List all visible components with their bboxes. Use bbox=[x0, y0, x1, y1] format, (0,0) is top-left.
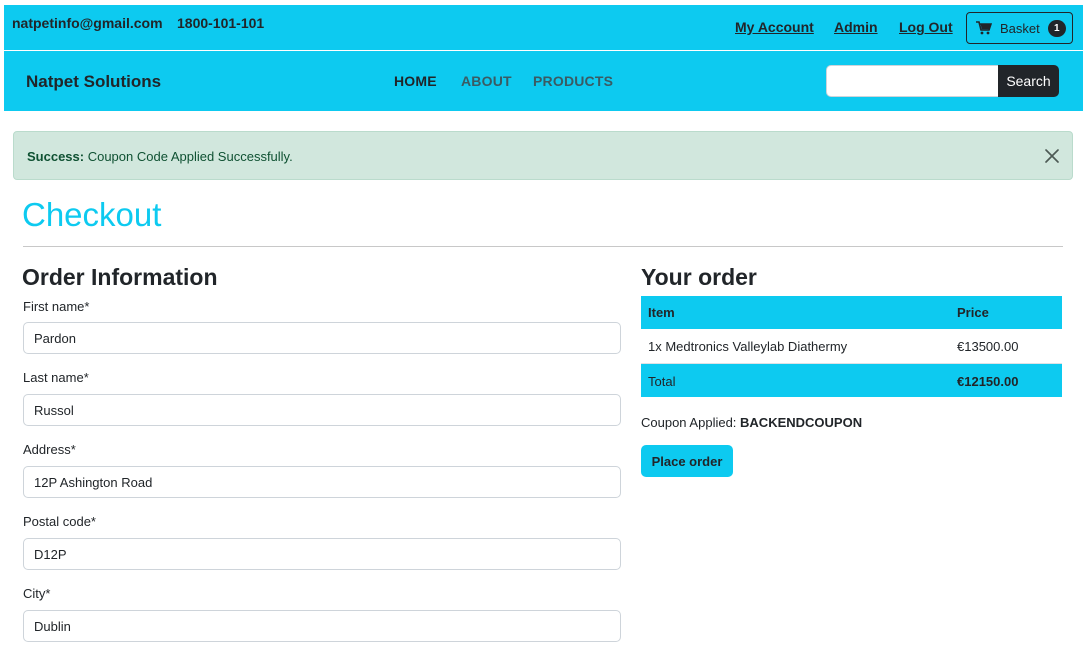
basket-label: Basket bbox=[1000, 20, 1040, 36]
brand-logo-text[interactable]: Natpet Solutions bbox=[26, 72, 161, 92]
search-button[interactable]: Search bbox=[998, 65, 1059, 97]
order-item-price: €13500.00 bbox=[957, 339, 1019, 354]
nav-home[interactable]: HOME bbox=[394, 73, 437, 89]
city-field[interactable] bbox=[23, 610, 621, 642]
city-label: City* bbox=[23, 586, 51, 601]
alert-text: Success: Coupon Code Applied Successfull… bbox=[27, 149, 293, 164]
coupon-label: Coupon Applied: bbox=[641, 415, 741, 430]
order-table-header: Item Price bbox=[641, 296, 1062, 329]
nav-about[interactable]: ABOUT bbox=[461, 73, 512, 89]
coupon-applied: Coupon Applied: BACKENDCOUPON bbox=[641, 415, 862, 430]
success-alert: Success: Coupon Code Applied Successfull… bbox=[13, 131, 1073, 180]
alert-strong: Success: bbox=[27, 149, 85, 164]
basket-button[interactable]: Basket 1 bbox=[966, 12, 1073, 44]
last-name-field[interactable] bbox=[23, 394, 621, 426]
total-value: €12150.00 bbox=[957, 374, 1019, 389]
page-title: Checkout bbox=[22, 196, 162, 233]
postal-code-field[interactable] bbox=[23, 538, 621, 570]
close-icon[interactable] bbox=[1044, 148, 1060, 164]
admin-link[interactable]: Admin bbox=[834, 19, 878, 35]
first-name-label: First name* bbox=[23, 299, 90, 314]
order-item-name: 1x Medtronics Valleylab Diathermy bbox=[648, 339, 848, 354]
order-total-row: Total €12150.00 bbox=[641, 364, 1062, 397]
place-order-button[interactable]: Place order bbox=[641, 445, 733, 477]
logout-link[interactable]: Log Out bbox=[899, 19, 953, 35]
alert-message: Coupon Code Applied Successfully. bbox=[84, 149, 293, 164]
search-input[interactable] bbox=[826, 65, 1000, 97]
top-bar: natpetinfo@gmail.com 1800-101-101 My Acc… bbox=[4, 5, 1083, 50]
your-order-heading: Your order bbox=[641, 264, 757, 290]
title-divider bbox=[23, 246, 1063, 247]
table-row: 1x Medtronics Valleylab Diathermy €13500… bbox=[641, 329, 1062, 364]
last-name-label: Last name* bbox=[23, 370, 89, 385]
address-field[interactable] bbox=[23, 466, 621, 498]
coupon-code: BACKENDCOUPON bbox=[740, 415, 863, 430]
nav-products[interactable]: PRODUCTS bbox=[533, 73, 613, 89]
first-name-field[interactable] bbox=[23, 322, 621, 354]
postal-code-label: Postal code* bbox=[23, 514, 96, 529]
total-label: Total bbox=[648, 374, 676, 389]
contact-email: natpetinfo@gmail.com bbox=[12, 15, 163, 31]
contact-phone: 1800-101-101 bbox=[177, 15, 265, 31]
price-column-header: Price bbox=[957, 305, 989, 320]
order-information-heading: Order Information bbox=[22, 264, 218, 290]
my-account-link[interactable]: My Account bbox=[735, 19, 814, 35]
item-column-header: Item bbox=[648, 305, 675, 320]
basket-count-badge: 1 bbox=[1047, 19, 1066, 37]
cart-icon bbox=[976, 21, 993, 35]
address-label: Address* bbox=[23, 442, 76, 457]
main-navbar: Natpet Solutions HOME ABOUT PRODUCTS Sea… bbox=[4, 51, 1083, 111]
